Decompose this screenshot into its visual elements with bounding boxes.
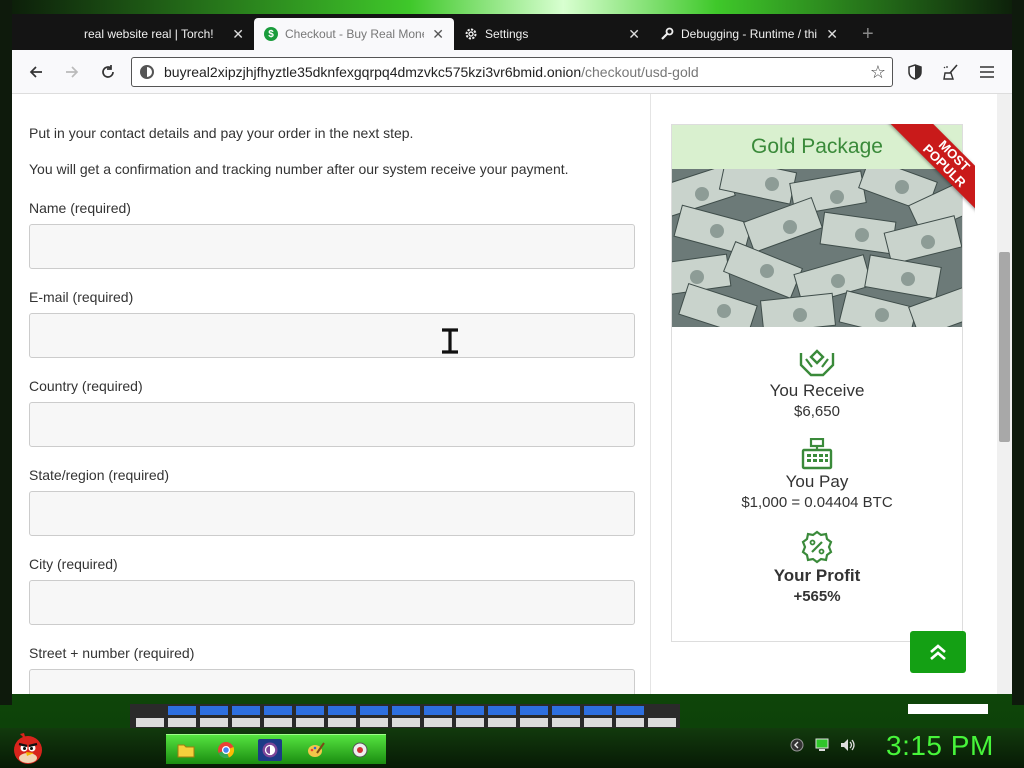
tab-label: real website real | Torch! bbox=[84, 27, 214, 41]
onion-icon bbox=[140, 65, 154, 79]
url-host: buyreal2xipzjhjfhyztle35dknfexgqrpq4dmzv… bbox=[164, 64, 582, 80]
taskbar-clock[interactable]: 3:15 PM bbox=[886, 730, 994, 762]
arrow-right-icon bbox=[66, 65, 79, 78]
profit-stat: Your Profit +565% bbox=[672, 530, 962, 605]
tab-checkout[interactable]: $ Checkout - Buy Real Mone ✕ bbox=[254, 18, 454, 50]
system-tray bbox=[790, 738, 856, 755]
name-input[interactable] bbox=[29, 224, 635, 269]
onscreen-keyboard-strip bbox=[130, 704, 680, 728]
email-input[interactable] bbox=[29, 313, 635, 358]
new-tab-button[interactable]: + bbox=[848, 18, 888, 50]
bookmark-star-icon[interactable]: ☆ bbox=[870, 62, 886, 83]
tor-browser-icon[interactable] bbox=[258, 739, 282, 761]
intro-contact-text: Put in your contact details and pay your… bbox=[29, 125, 414, 141]
city-label: City (required) bbox=[29, 556, 118, 572]
scrollbar-thumb[interactable] bbox=[999, 252, 1010, 442]
street-input[interactable] bbox=[29, 669, 635, 694]
country-field-group: Country (required) bbox=[29, 378, 635, 447]
background-window-edge bbox=[908, 704, 988, 714]
tab-label: Debugging - Runtime / thi bbox=[681, 27, 818, 41]
paint-icon[interactable] bbox=[304, 739, 328, 761]
street-label: Street + number (required) bbox=[29, 645, 195, 661]
tab-label: Checkout - Buy Real Mone bbox=[285, 27, 425, 41]
taskbar-apps bbox=[166, 734, 386, 764]
profit-value: +565% bbox=[793, 588, 841, 605]
receive-value: $6,650 bbox=[794, 403, 840, 420]
window-titlebar[interactable] bbox=[0, 0, 1024, 14]
close-icon[interactable]: ✕ bbox=[232, 26, 244, 43]
folder-icon[interactable] bbox=[174, 739, 198, 761]
close-icon[interactable]: ✕ bbox=[432, 26, 444, 43]
address-bar[interactable]: buyreal2xipzjhjfhyztle35dknfexgqrpq4dmzv… bbox=[131, 57, 893, 87]
tab-settings[interactable]: Settings ✕ bbox=[454, 18, 650, 50]
chrome-icon[interactable] bbox=[214, 739, 238, 761]
app-icon[interactable] bbox=[348, 739, 372, 761]
receive-stat: You Receive $6,650 bbox=[672, 347, 962, 420]
arrow-left-icon bbox=[29, 65, 42, 78]
window-border-right bbox=[1012, 0, 1024, 705]
ribbon-label: MOST POPULR bbox=[888, 124, 975, 222]
hands-heart-icon bbox=[799, 349, 835, 377]
most-popular-ribbon: MOST POPULR bbox=[871, 124, 975, 228]
email-label: E-mail (required) bbox=[29, 289, 134, 305]
email-field-group: E-mail (required) bbox=[29, 289, 635, 358]
tab-bar: real website real | Torch! ✕ $ Checkout … bbox=[12, 14, 1012, 50]
reload-icon bbox=[102, 64, 114, 78]
pay-value: $1,000 = 0.04404 BTC bbox=[741, 494, 893, 511]
street-field-group: Street + number (required) bbox=[29, 645, 635, 694]
cash-register-icon bbox=[801, 438, 833, 470]
window-border-left bbox=[0, 0, 12, 705]
tab-torch[interactable]: real website real | Torch! ✕ bbox=[12, 18, 254, 50]
reload-button[interactable] bbox=[90, 56, 126, 88]
dollar-icon: $ bbox=[264, 27, 278, 41]
tab-label: Settings bbox=[485, 27, 529, 41]
page-scrollbar[interactable] bbox=[997, 94, 1012, 694]
receive-title: You Receive bbox=[769, 381, 865, 400]
country-input[interactable] bbox=[29, 402, 635, 447]
volume-icon[interactable] bbox=[840, 738, 856, 755]
angry-bird-start-icon[interactable] bbox=[10, 730, 46, 766]
pay-title: You Pay bbox=[785, 472, 849, 491]
url-path: /checkout/usd-gold bbox=[581, 64, 699, 80]
shield-button[interactable] bbox=[900, 56, 930, 88]
city-input[interactable] bbox=[29, 580, 635, 625]
page-content: Put in your contact details and pay your… bbox=[12, 94, 997, 694]
country-label: Country (required) bbox=[29, 378, 143, 394]
new-identity-button[interactable] bbox=[936, 56, 966, 88]
back-button[interactable] bbox=[18, 56, 54, 88]
percent-badge-icon bbox=[801, 530, 833, 564]
name-field-group: Name (required) bbox=[29, 200, 635, 269]
scroll-to-top-button[interactable] bbox=[910, 631, 966, 673]
broom-icon bbox=[943, 64, 958, 80]
intro-confirmation-text: You will get a confirmation and tracking… bbox=[29, 161, 569, 177]
state-field-group: State/region (required) bbox=[29, 467, 635, 536]
menu-button[interactable] bbox=[972, 56, 1002, 88]
tab-debugging[interactable]: Debugging - Runtime / thi ✕ bbox=[650, 18, 848, 50]
navigation-toolbar: buyreal2xipzjhjfhyztle35dknfexgqrpq4dmzv… bbox=[12, 50, 1012, 94]
hamburger-menu-icon bbox=[980, 66, 994, 78]
forward-button[interactable] bbox=[54, 56, 90, 88]
pay-stat: You Pay $1,000 = 0.04404 BTC bbox=[672, 438, 962, 511]
state-input[interactable] bbox=[29, 491, 635, 536]
network-icon[interactable] bbox=[814, 738, 830, 755]
gear-icon bbox=[464, 27, 478, 41]
shield-icon bbox=[908, 64, 922, 80]
profit-title: Your Profit bbox=[773, 566, 861, 585]
double-chevron-up-icon bbox=[930, 644, 946, 660]
taskbar: 3:15 PM bbox=[0, 728, 1024, 768]
tray-arrow-icon[interactable] bbox=[790, 738, 804, 755]
text-cursor-icon bbox=[442, 328, 458, 354]
state-label: State/region (required) bbox=[29, 467, 170, 483]
wrench-icon bbox=[660, 27, 674, 41]
name-label: Name (required) bbox=[29, 200, 131, 216]
close-icon[interactable]: ✕ bbox=[826, 26, 838, 43]
column-divider bbox=[650, 94, 651, 694]
close-icon[interactable]: ✕ bbox=[628, 26, 640, 43]
city-field-group: City (required) bbox=[29, 556, 635, 625]
